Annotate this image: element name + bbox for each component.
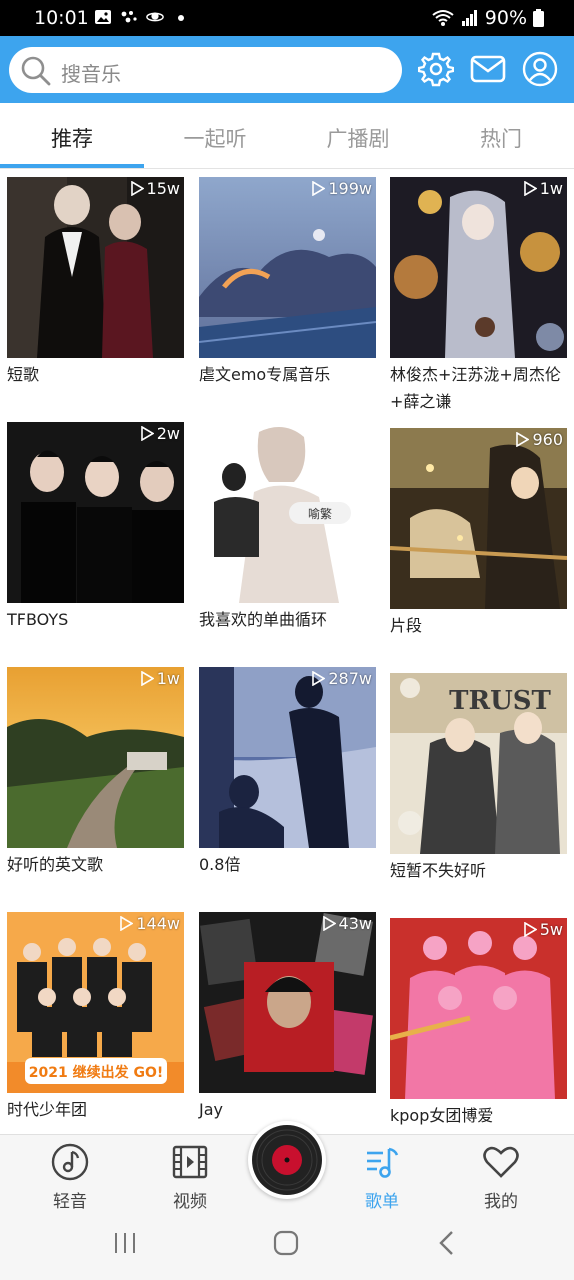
status-time: 10:01 <box>34 7 89 29</box>
playlist-title: 片段 <box>390 616 423 635</box>
play-icon <box>140 426 154 441</box>
play-count: 144w <box>119 914 180 933</box>
mail-icon[interactable] <box>470 51 506 87</box>
active-tab-indicator <box>0 164 144 168</box>
more-notifications-icon <box>178 15 184 21</box>
nav-mine[interactable]: 我的 <box>461 1143 541 1212</box>
user-account-icon[interactable] <box>522 51 558 87</box>
playlist-cover: 1w <box>390 177 567 358</box>
app-header: 搜音乐 <box>0 36 574 103</box>
search-input[interactable]: 搜音乐 <box>9 47 402 93</box>
nav-video[interactable]: 视频 <box>150 1143 230 1212</box>
category-tabs: 推荐 一起听 广播剧 热门 <box>0 103 574 169</box>
vinyl-record-icon <box>252 1125 322 1195</box>
playlist-cover: TRUST <box>390 673 567 854</box>
heart-icon <box>483 1146 519 1178</box>
system-nav-bar <box>0 1212 574 1280</box>
playlist-title: 林俊杰+汪苏泷+周杰伦+薛之谦 <box>390 365 561 411</box>
playlist-cover: 15w <box>7 177 184 358</box>
recent-apps-icon[interactable] <box>112 1230 138 1256</box>
play-count: 1w <box>523 179 563 198</box>
tab-listen-together[interactable]: 一起听 <box>155 123 275 153</box>
playlist-cover: 喻繁 <box>199 422 376 603</box>
playlist-cover: 1w <box>7 667 184 848</box>
signal-icon <box>461 10 477 26</box>
playlist-title: 短歌 <box>7 365 40 384</box>
tab-radio-drama[interactable]: 广播剧 <box>298 123 418 153</box>
film-icon <box>172 1145 208 1179</box>
nav-playlist[interactable]: 歌单 <box>342 1143 422 1212</box>
tab-recommend[interactable]: 推荐 <box>12 123 132 153</box>
cover-text: 喻繁 <box>308 506 332 521</box>
battery-percent: 90% <box>484 7 527 29</box>
playlist-title: 我喜欢的单曲循环 <box>199 610 328 629</box>
playlist-title: 短暂不失好听 <box>390 861 487 880</box>
app-root: 10:01 90% 搜音乐 推荐 一起听 广播剧 热门 15w 短歌 199w … <box>0 0 574 1280</box>
playlist-title: Jay <box>199 1100 223 1119</box>
play-icon <box>120 916 134 931</box>
playlist-cover: 287w <box>199 667 376 848</box>
play-count: 2w <box>140 424 180 443</box>
playlist-cover: 2w <box>7 422 184 603</box>
status-bar: 10:01 90% <box>0 0 574 36</box>
play-count: 15w <box>130 179 180 198</box>
back-icon[interactable] <box>436 1229 458 1257</box>
dots-app-icon <box>121 11 137 23</box>
cover-text: TRUST <box>449 686 551 716</box>
planet-app-icon <box>146 12 164 22</box>
play-count: 287w <box>311 669 372 688</box>
playlist-icon <box>367 1147 399 1178</box>
playlist-cover: 2021 继续出发 GO! 144w <box>7 912 184 1093</box>
search-icon <box>21 56 51 86</box>
playlist-cover: 199w <box>199 177 376 358</box>
play-count: 199w <box>311 179 372 198</box>
wifi-icon <box>432 10 454 26</box>
play-count: 43w <box>322 914 372 933</box>
play-icon <box>516 432 530 447</box>
play-icon <box>130 181 144 196</box>
play-icon <box>523 181 537 196</box>
now-playing-disc[interactable] <box>248 1121 326 1199</box>
home-icon[interactable] <box>272 1229 300 1257</box>
search-placeholder: 搜音乐 <box>61 62 121 86</box>
playlist-title: 虐文emo专属音乐 <box>199 365 331 384</box>
battery-icon <box>533 9 544 27</box>
play-icon <box>140 671 154 686</box>
playlist-title: TFBOYS <box>7 610 69 629</box>
nav-light-music[interactable]: 轻音 <box>30 1143 110 1212</box>
play-icon <box>523 922 537 937</box>
notification-icons <box>94 9 190 25</box>
play-icon <box>312 671 326 686</box>
play-icon <box>312 181 326 196</box>
playlist-cover: 43w <box>199 912 376 1093</box>
tab-hot[interactable]: 热门 <box>441 123 561 153</box>
playlist-title: 时代少年团 <box>7 1100 88 1119</box>
playlist-cover: 960 <box>390 428 567 609</box>
status-right: 90% <box>431 7 544 29</box>
playlist-title: 0.8倍 <box>199 855 241 874</box>
play-icon <box>322 916 336 931</box>
playlist-title: 好听的英文歌 <box>7 855 104 874</box>
play-count: 1w <box>140 669 180 688</box>
music-note-icon <box>51 1143 89 1181</box>
settings-gear-icon[interactable] <box>418 51 454 87</box>
play-count: 960 <box>515 430 563 449</box>
playlist-cover: 5w <box>390 918 567 1099</box>
gallery-icon <box>95 10 111 24</box>
playlist-title: kpop女团博爱 <box>390 1106 494 1125</box>
play-count: 5w <box>523 920 563 939</box>
cover-text: 2021 继续出发 GO! <box>29 1064 164 1081</box>
